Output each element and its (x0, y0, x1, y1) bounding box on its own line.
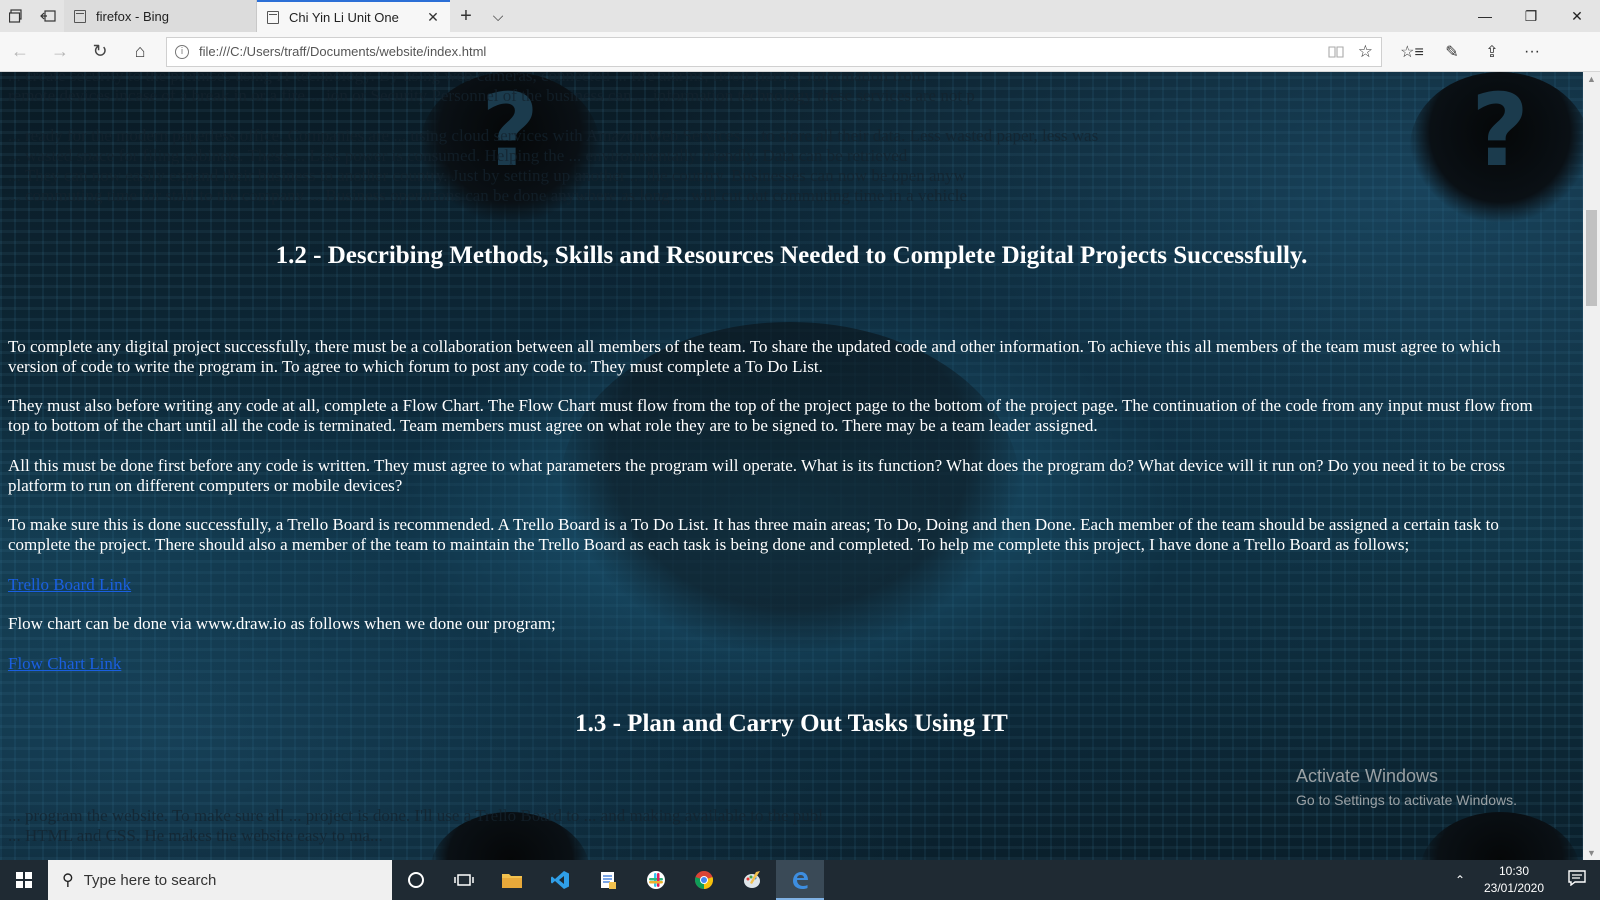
refresh-button[interactable]: ↻ (80, 32, 120, 72)
clock-date: 23/01/2020 (1483, 881, 1545, 895)
faded-text-line: ... wasted space for filing cabinets. Th… (8, 146, 908, 165)
task-view-icon[interactable] (440, 860, 488, 900)
taskbar-search-box[interactable]: ⚲ Type here to search (48, 860, 392, 900)
favorites-hub-icon[interactable]: ☆≡ (1392, 32, 1432, 72)
tab-actions-icon[interactable] (0, 0, 32, 32)
chrome-icon[interactable] (680, 860, 728, 900)
faded-text-line: ... create security to the premises usin… (8, 72, 926, 85)
notification-center-icon[interactable] (1554, 869, 1600, 891)
page-icon (267, 10, 279, 24)
more-options-icon[interactable]: ··· (1512, 32, 1552, 72)
scroll-up-arrow-icon[interactable]: ▲ (1583, 72, 1600, 86)
tab-strip: firefox - Bing Chi Yin Li Unit One ✕ + ⌵… (0, 0, 1600, 32)
activate-windows-watermark: Activate Windows Go to Settings to activ… (1296, 766, 1517, 808)
restore-button[interactable]: ❐ (1508, 0, 1554, 32)
address-bar[interactable]: i file:///C:/Users/traff/Documents/websi… (166, 36, 1382, 67)
url-text[interactable]: file:///C:/Users/traff/Documents/website… (199, 44, 1328, 59)
reading-view-icon[interactable] (1328, 45, 1344, 59)
tab-preview-chevron-icon[interactable]: ⌵ (482, 0, 514, 32)
paragraph: To make sure this is done successfully, … (8, 515, 1499, 554)
home-button[interactable]: ⌂ (120, 32, 160, 72)
activate-windows-subtitle: Go to Settings to activate Windows. (1296, 792, 1517, 808)
flowchart-paragraph: Flow chart can be done via www.draw.io a… (8, 614, 556, 633)
paragraph: All this must be done first before any c… (8, 456, 1506, 495)
window-controls: — ❐ ✕ (1462, 0, 1600, 32)
toolbar: ☆≡ ✎ ⇪ ··· (1392, 32, 1552, 72)
faded-text-line: ... ready for the modern paperless offic… (8, 126, 1099, 145)
info-icon[interactable]: i (175, 44, 189, 59)
faded-text-line: ... HTML and CSS. He makes the website e… (8, 826, 383, 845)
cortana-icon[interactable] (392, 860, 440, 900)
section-heading-1-2: 1.2 - Describing Methods, Skills and Res… (275, 242, 1308, 269)
search-placeholder: Type here to search (83, 871, 217, 889)
windows-logo-icon (16, 872, 32, 888)
faded-text-line: ... program the website. To make sure al… (8, 806, 824, 825)
slack-icon[interactable] (632, 860, 680, 900)
set-aside-tabs-icon[interactable] (32, 0, 64, 32)
paint-icon[interactable] (728, 860, 776, 900)
paragraph: They must also before writing any code a… (8, 396, 1533, 435)
trello-link-paragraph: Trello Board Link (8, 575, 1553, 595)
system-tray: ⌃ 10:30 23/01/2020 (1446, 863, 1600, 897)
flow-chart-link[interactable]: Flow Chart Link (8, 654, 121, 673)
search-icon: ⚲ (62, 872, 74, 889)
scrollbar-thumb[interactable] (1586, 210, 1597, 306)
tab-title: Chi Yin Li Unit One (289, 9, 399, 25)
new-tab-button[interactable]: + (450, 0, 482, 32)
vertical-scrollbar[interactable]: ▲ ▼ (1583, 72, 1600, 860)
tab-bing[interactable]: firefox - Bing (64, 0, 257, 32)
faded-text-line: remote devices incase of a break in or a… (8, 86, 975, 105)
vscode-icon[interactable] (536, 860, 584, 900)
web-note-icon[interactable]: ✎ (1432, 32, 1472, 72)
faded-text-line: ... They can now easily expand their bus… (8, 166, 966, 185)
clock-time: 10:30 (1498, 864, 1530, 878)
close-window-button[interactable]: ✕ (1554, 0, 1600, 32)
page-icon (74, 9, 86, 23)
trello-board-link[interactable]: Trello Board Link (8, 575, 131, 594)
taskbar-clock[interactable]: 10:30 23/01/2020 (1474, 863, 1554, 897)
navigation-bar: ← → ↻ ⌂ i file:///C:/Users/traff/Documen… (0, 32, 1600, 72)
forward-button[interactable]: → (40, 32, 80, 72)
show-hidden-icons-chevron-icon[interactable]: ⌃ (1446, 873, 1474, 887)
tab-title: firefox - Bing (96, 8, 169, 24)
notepad-icon[interactable] (584, 860, 632, 900)
close-tab-icon[interactable]: ✕ (424, 9, 442, 26)
windows-taskbar: ⚲ Type here to search ⌃ 10:30 23/01/2020 (0, 860, 1600, 900)
section-heading-1-3: 1.3 - Plan and Carry Out Tasks Using IT (575, 710, 1008, 737)
scroll-down-arrow-icon[interactable]: ▼ (1583, 846, 1600, 860)
flowchart-link-paragraph: Flow Chart Link (8, 654, 1553, 674)
file-explorer-icon[interactable] (488, 860, 536, 900)
share-icon[interactable]: ⇪ (1472, 32, 1512, 72)
page-viewport: ? ? ... create security to the premises … (0, 72, 1583, 860)
tab-unit-one[interactable]: Chi Yin Li Unit One ✕ (257, 0, 450, 32)
edge-icon[interactable] (776, 860, 824, 900)
favorite-star-icon[interactable]: ☆ (1358, 42, 1373, 62)
back-button[interactable]: ← (0, 32, 40, 72)
start-button[interactable] (0, 860, 48, 900)
faded-text-line: ... commuting time for staff to the comp… (8, 186, 968, 205)
activate-windows-title: Activate Windows (1296, 766, 1439, 786)
paragraph: To complete any digital project successf… (8, 337, 1501, 376)
minimize-button[interactable]: — (1462, 0, 1508, 32)
